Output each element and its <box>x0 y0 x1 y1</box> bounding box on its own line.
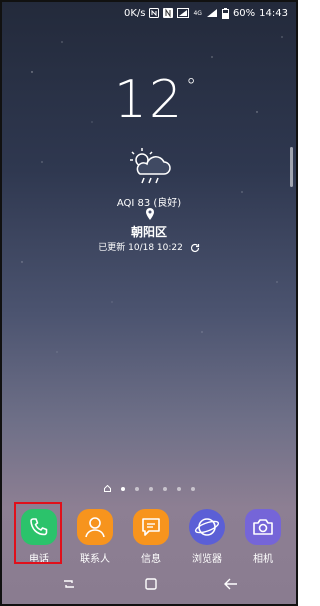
battery-icon <box>221 7 229 19</box>
app-label: 信息 <box>141 554 161 565</box>
temperature: 12 ° <box>113 70 199 130</box>
refresh-icon[interactable] <box>190 243 200 253</box>
page-dot <box>176 486 181 491</box>
status-time: 14:43 <box>259 7 288 19</box>
weather-widget[interactable]: 12 ° <box>2 70 296 130</box>
camera-icon <box>245 509 281 545</box>
network-type: 4G <box>193 9 202 17</box>
n-badge-icon <box>163 8 174 18</box>
page-dot <box>190 486 195 491</box>
home-screen: 0K/s 4G 60% 14:43 12 ° AQI 83 (良好) 朝阳区 已更… <box>0 0 298 606</box>
degree-symbol: ° <box>186 74 199 98</box>
browser-icon <box>189 509 225 545</box>
app-browser[interactable]: 浏览器 <box>182 509 232 565</box>
wifi-icon <box>206 9 217 17</box>
app-label: 相机 <box>253 554 273 565</box>
battery-level: 60% <box>232 7 256 19</box>
signal-icon <box>177 8 190 18</box>
nfc-icon <box>149 8 160 18</box>
app-camera[interactable]: 相机 <box>238 509 288 565</box>
app-label: 联系人 <box>80 554 110 565</box>
app-label: 浏览器 <box>192 554 222 565</box>
home-icon[interactable] <box>136 572 166 596</box>
aqi-label: AQI 83 (良好) <box>116 198 182 209</box>
edge-panel-handle[interactable] <box>290 147 293 187</box>
page-indicator <box>2 485 296 492</box>
navigation-bar <box>2 572 296 596</box>
highlight-box <box>14 502 62 564</box>
app-contacts[interactable]: 联系人 <box>70 509 120 565</box>
page-dot <box>162 486 167 491</box>
location-name: 朝阳区 <box>130 225 167 239</box>
home-page-indicator-icon <box>103 485 111 492</box>
update-time: 已更新 10/18 10:22 <box>2 240 296 253</box>
location-pin-icon <box>146 208 154 220</box>
page-dot <box>148 486 153 491</box>
recent-apps-icon[interactable] <box>54 572 84 596</box>
net-speed: 0K/s <box>123 7 146 19</box>
contacts-icon <box>77 509 113 545</box>
page-dot <box>134 486 139 491</box>
page-dot <box>120 486 125 491</box>
app-messages[interactable]: 信息 <box>126 509 176 565</box>
sun-cloud-rain-icon <box>130 148 171 184</box>
status-bar: 0K/s 4G 60% 14:43 <box>2 2 296 24</box>
back-icon[interactable] <box>216 572 246 596</box>
message-icon <box>133 509 169 545</box>
